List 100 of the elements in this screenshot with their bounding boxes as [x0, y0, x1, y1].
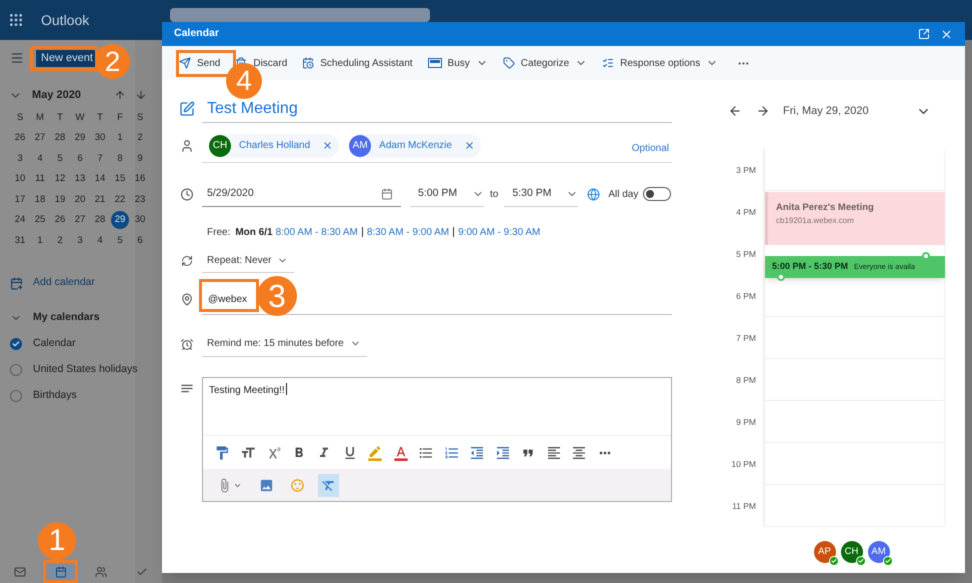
- calendar-day[interactable]: 3: [77, 232, 83, 250]
- calendar-day[interactable]: 18: [34, 190, 46, 209]
- font-size-icon[interactable]: [240, 444, 256, 460]
- toolbar-button[interactable]: Send: [179, 51, 220, 75]
- app-launcher-icon[interactable]: [8, 12, 24, 28]
- calendar-day[interactable]: 2: [137, 129, 143, 148]
- calendar-day[interactable]: 3: [17, 150, 23, 168]
- free-slot-link[interactable]: 9:00 AM - 9:30 AM: [458, 224, 540, 240]
- insert-button[interactable]: [318, 474, 339, 496]
- start-time-dropdown[interactable]: 5:00 PM: [410, 181, 484, 207]
- calendar-day[interactable]: 5: [57, 150, 63, 168]
- calendar-name[interactable]: Calendar: [33, 336, 76, 352]
- attendee-chip[interactable]: AM Adam McKenzie: [349, 134, 481, 158]
- calendar-day[interactable]: 15: [114, 170, 126, 188]
- calendar-day[interactable]: 28: [54, 129, 66, 148]
- calendar-day[interactable]: 27: [34, 129, 46, 148]
- optional-link[interactable]: Optional: [632, 141, 669, 156]
- my-calendars-heading[interactable]: My calendars: [33, 310, 100, 326]
- calendar-day[interactable]: 4: [97, 232, 103, 250]
- calendar-day[interactable]: 21: [94, 190, 106, 209]
- toolbar-button[interactable]: Scheduling Assistant: [302, 51, 413, 75]
- calendar-name[interactable]: United States holidays: [33, 362, 138, 378]
- calendar-day[interactable]: 22: [114, 190, 126, 209]
- toolbar-button[interactable]: Busy: [428, 51, 488, 75]
- next-month-icon[interactable]: [134, 89, 147, 101]
- calendar-day[interactable]: 2: [57, 232, 63, 250]
- calendar-day[interactable]: 26: [14, 129, 26, 148]
- calendar-day[interactable]: 12: [54, 170, 66, 188]
- calendar-day[interactable]: 27: [74, 211, 86, 230]
- menu-icon[interactable]: [10, 51, 24, 65]
- calendar-day[interactable]: 23: [134, 190, 146, 209]
- calendar-day[interactable]: 4: [37, 150, 43, 168]
- calendar-day[interactable]: 9: [137, 150, 143, 168]
- calendar-day[interactable]: 25: [34, 211, 46, 230]
- end-time-dropdown[interactable]: 5:30 PM: [504, 181, 578, 207]
- calendar-day[interactable]: 17: [14, 190, 26, 209]
- event-time: 5:00 PM - 5:30 PM: [772, 260, 848, 274]
- calendar-checkbox[interactable]: [10, 338, 22, 350]
- calendar-day[interactable]: 14: [94, 170, 106, 188]
- add-calendar-icon[interactable]: [10, 276, 23, 290]
- month-label: May 2020: [32, 88, 81, 103]
- calendar-day[interactable]: 20: [74, 190, 86, 209]
- new-event-button[interactable]: New event: [36, 50, 98, 66]
- attendee-name: Adam McKenzie: [379, 139, 452, 153]
- indent-icon[interactable]: [494, 444, 510, 460]
- calendar-day[interactable]: 5: [117, 232, 123, 250]
- previous-month-icon[interactable]: [114, 89, 126, 101]
- toolbar-button[interactable]: Response options: [602, 51, 718, 75]
- previous-day-icon[interactable]: [728, 104, 742, 118]
- calendar-day[interactable]: 8: [117, 150, 123, 168]
- calendar-day[interactable]: 29: [111, 211, 129, 230]
- calendar-day[interactable]: 28: [94, 211, 106, 230]
- body-text-field[interactable]: Testing Meeting!!: [203, 378, 671, 435]
- calendar-day[interactable]: 19: [54, 190, 66, 209]
- repeat-dropdown[interactable]: Repeat: Never: [202, 249, 294, 273]
- attendee-chip[interactable]: CH Charles Holland: [209, 134, 340, 158]
- calendar-day[interactable]: 10: [14, 170, 26, 188]
- attendees-field[interactable]: CH Charles Holland AM Adam McKenzie Optional: [202, 129, 672, 163]
- calendar-day[interactable]: 16: [134, 170, 146, 188]
- numbered-list-icon[interactable]: [444, 444, 460, 460]
- free-slot-link[interactable]: 8:00 AM - 8:30 AM: [276, 224, 358, 240]
- calendar-day[interactable]: 13: [74, 170, 86, 188]
- calendar-day[interactable]: 11: [35, 170, 45, 188]
- toolbar-button[interactable]: Categorize: [502, 51, 588, 75]
- calendar-day[interactable]: 31: [14, 232, 26, 250]
- globe-icon[interactable]: [587, 188, 600, 200]
- attendee-avatar: AM: [868, 541, 890, 563]
- resize-handle[interactable]: [922, 252, 930, 260]
- search-field[interactable]: [170, 8, 430, 22]
- remove-icon[interactable]: [322, 140, 334, 151]
- remove-icon[interactable]: [464, 140, 475, 151]
- calendar-name[interactable]: Birthdays: [33, 388, 77, 404]
- align-left-icon[interactable]: [546, 444, 562, 460]
- close-icon[interactable]: [940, 28, 953, 40]
- outdent-icon[interactable]: [469, 444, 485, 460]
- next-day-icon[interactable]: [756, 104, 770, 118]
- align-center-icon[interactable]: [571, 444, 587, 460]
- font-color-icon[interactable]: [392, 444, 408, 460]
- calendar-day[interactable]: 7: [97, 150, 103, 168]
- calendar-day[interactable]: 6: [77, 150, 83, 168]
- calendar-checkbox[interactable]: [10, 364, 22, 376]
- paintbrush-icon[interactable]: [214, 444, 230, 460]
- calendar-day[interactable]: 1: [37, 232, 43, 250]
- calendar-day[interactable]: 30: [94, 129, 106, 148]
- calendar-checkbox[interactable]: [10, 390, 22, 402]
- attendee-name: Charles Holland: [239, 139, 310, 153]
- calendar-day[interactable]: 6: [137, 232, 143, 250]
- date-field[interactable]: 5/29/2020: [202, 181, 401, 207]
- calendar-day[interactable]: 26: [54, 211, 66, 230]
- all-day-toggle[interactable]: [643, 187, 672, 201]
- free-slot-link[interactable]: 8:30 AM - 9:00 AM: [366, 224, 450, 240]
- check-badge-icon: [856, 556, 866, 566]
- reminder-dropdown[interactable]: Remind me: 15 minutes before: [202, 331, 367, 357]
- pop-out-icon[interactable]: [918, 28, 930, 40]
- add-calendar-link[interactable]: Add calendar: [33, 275, 95, 291]
- resize-handle[interactable]: [777, 273, 785, 281]
- calendar-day[interactable]: 29: [74, 129, 86, 148]
- calendar-day[interactable]: 1: [117, 129, 123, 148]
- calendar-day[interactable]: 30: [134, 211, 146, 230]
- calendar-day[interactable]: 24: [14, 211, 26, 230]
